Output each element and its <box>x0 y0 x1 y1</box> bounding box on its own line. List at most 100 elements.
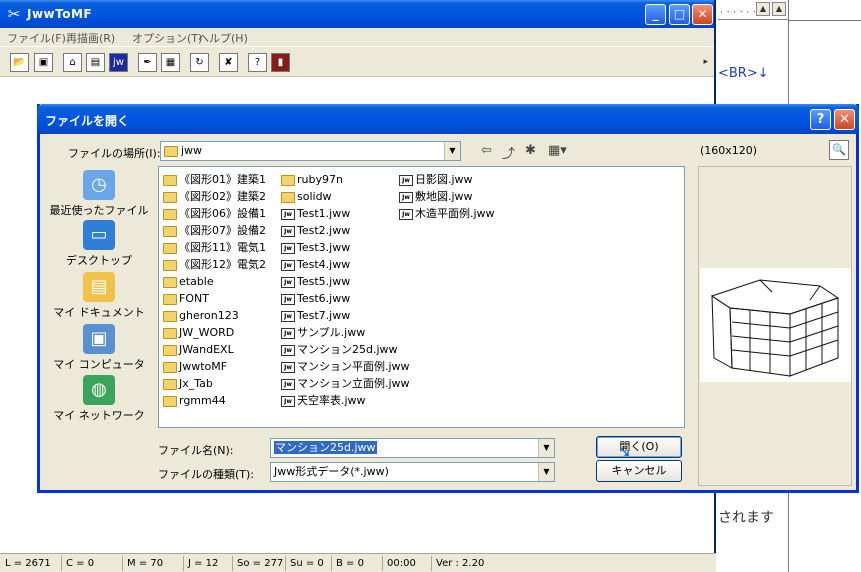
open-folder-icon[interactable]: 📂 <box>10 53 29 72</box>
jww-file-icon: Jw <box>281 225 295 237</box>
list-item[interactable]: etable <box>163 273 266 290</box>
folder-icon[interactable]: ⌂ <box>63 53 82 72</box>
folder-icon <box>163 293 177 305</box>
list-item-label: Test7.jww <box>297 309 351 322</box>
list-item[interactable]: Jw Test4.jww <box>281 256 410 273</box>
list-item-label: etable <box>179 275 214 288</box>
status-so: So = 277 <box>234 556 286 571</box>
list-item[interactable]: Jw マンション立面例.jww <box>281 375 410 392</box>
list-item-label: gheron123 <box>179 309 239 322</box>
status-version: Ver : 2.20 <box>436 558 485 569</box>
building-icon <box>710 279 840 377</box>
side-ruler: ·ㆍ·ㆍ·ㆍ· ▲ ▲ <box>718 0 788 20</box>
menu-file[interactable]: ファイル(F) <box>7 30 66 46</box>
status-b: B = 0 <box>333 556 383 571</box>
list-item[interactable]: ruby97n <box>281 171 410 188</box>
location-combo[interactable]: jww ▼ <box>160 141 461 161</box>
list-item[interactable]: Jw サンプル.jww <box>281 324 410 341</box>
help-icon[interactable]: ? <box>248 53 267 72</box>
status-c: C = 0 <box>63 556 123 571</box>
menu-help[interactable]: ヘルプ(H) <box>198 30 248 46</box>
view-menu-icon[interactable]: ▦▾ <box>548 143 567 158</box>
folder-icon <box>163 276 177 288</box>
filename-value: マンション25d.jww <box>274 441 377 454</box>
documents-icon: ▤ <box>83 272 115 302</box>
toolbar-overflow-icon[interactable]: ▸ <box>703 57 708 67</box>
list-item[interactable]: Jw 天空率表.jww <box>281 392 410 409</box>
tools-icon[interactable]: ✘ <box>219 53 238 72</box>
save-icon[interactable]: ▣ <box>34 53 53 72</box>
list-item[interactable]: FONT <box>163 290 266 307</box>
image-icon[interactable]: ▦ <box>161 53 180 72</box>
list-item[interactable]: rgmm44 <box>163 392 266 409</box>
dialog-help-button[interactable]: ? <box>810 109 831 130</box>
list-item[interactable]: 《図形07》設備2 <box>163 222 266 239</box>
place-documents[interactable]: ▤ マイ ドキュメント <box>49 272 149 320</box>
scroll-up-icon[interactable]: ▲ <box>756 2 770 16</box>
open-button[interactable]: 開く(O) <box>596 436 682 458</box>
refresh-icon[interactable]: ↻ <box>190 53 209 72</box>
up-folder-icon[interactable]: ⤴ <box>502 143 515 162</box>
list-item[interactable]: JW_WORD <box>163 324 266 341</box>
filetype-select[interactable]: Jww形式データ(*.jww) ▼ <box>270 462 555 482</box>
menu-options[interactable]: オプション(T) <box>132 30 202 46</box>
dialog-title-bar[interactable]: ファイルを開く ? ✕ <box>37 104 859 134</box>
back-arrow-icon[interactable]: ⇦ <box>481 143 492 158</box>
list-item[interactable]: Jw Test5.jww <box>281 273 410 290</box>
scroll-up-icon-2[interactable]: ▲ <box>772 2 786 16</box>
filename-input[interactable]: マンション25d.jww ▼ <box>270 438 555 458</box>
list-item[interactable]: Jw 日影図.jww <box>399 171 495 188</box>
list-item[interactable]: 《図形06》設備1 <box>163 205 266 222</box>
menu-redraw[interactable]: 再描画(R) <box>66 30 115 46</box>
cancel-button[interactable]: キャンセル <box>596 460 682 482</box>
new-folder-icon[interactable]: ✱ <box>525 143 536 158</box>
pen-icon[interactable]: ✒ <box>138 53 157 72</box>
exit-icon[interactable]: ▮ <box>271 53 290 72</box>
app-icon[interactable]: ✂ <box>5 5 23 23</box>
preview-toggle-icon[interactable]: 🔍 <box>829 140 849 160</box>
list-item[interactable]: Jw マンション25d.jww <box>281 341 410 358</box>
list-item[interactable]: 《図形12》電気2 <box>163 256 266 273</box>
preview-size: (160x120) <box>700 144 758 157</box>
list-item[interactable]: Jw 敷地図.jww <box>399 188 495 205</box>
list-item[interactable]: solidw <box>281 188 410 205</box>
list-item[interactable]: Jx_Tab <box>163 375 266 392</box>
list-item[interactable]: 《図形01》建築1 <box>163 171 266 188</box>
jww-file-icon: Jw <box>281 344 295 356</box>
list-item-label: サンプル.jww <box>297 326 366 339</box>
place-recent[interactable]: ◷ 最近使ったファイル <box>49 170 149 218</box>
dwg-icon[interactable]: ▤ <box>86 53 105 72</box>
list-item[interactable]: Jw Test2.jww <box>281 222 410 239</box>
list-item[interactable]: Jw Test7.jww <box>281 307 410 324</box>
list-item[interactable]: Jw マンション平面例.jww <box>281 358 410 375</box>
list-item[interactable]: gheron123 <box>163 307 266 324</box>
minimize-button[interactable]: _ <box>645 4 666 25</box>
dialog-close-button[interactable]: ✕ <box>834 109 855 130</box>
close-button[interactable]: ✕ <box>692 4 713 25</box>
list-item[interactable]: JwwtoMF <box>163 358 266 375</box>
jw-icon[interactable]: jw <box>109 53 128 72</box>
list-item[interactable]: 《図形02》建築2 <box>163 188 266 205</box>
place-desktop[interactable]: ▭ デスクトップ <box>49 220 149 268</box>
list-item[interactable]: Jw Test3.jww <box>281 239 410 256</box>
chevron-down-icon[interactable]: ▼ <box>538 463 554 481</box>
place-computer[interactable]: ▣ マイ コンピュータ <box>49 324 149 372</box>
chevron-down-icon[interactable]: ▼ <box>444 142 460 160</box>
side-text-masu: されます <box>718 510 774 526</box>
folder-icon <box>281 174 295 186</box>
main-title-bar[interactable]: ✂ JwwToMF _ □ ✕ <box>0 0 714 28</box>
list-item[interactable]: 《図形11》電気1 <box>163 239 266 256</box>
list-item[interactable]: Jw Test6.jww <box>281 290 410 307</box>
list-item-label: 日影図.jww <box>415 173 473 186</box>
list-item[interactable]: Jw Test1.jww <box>281 205 410 222</box>
chevron-down-icon[interactable]: ▼ <box>538 439 554 457</box>
list-item-label: Test4.jww <box>297 258 351 271</box>
jww-file-icon: Jw <box>281 378 295 390</box>
place-network[interactable]: ◍ マイ ネットワーク <box>49 375 149 423</box>
list-item-label: 《図形06》設備1 <box>179 207 266 220</box>
folder-icon <box>163 395 177 407</box>
list-item[interactable]: Jw 木造平面例.jww <box>399 205 495 222</box>
list-item[interactable]: JWandEXL <box>163 341 266 358</box>
file-list[interactable]: 《図形01》建築1 《図形02》建築2 《図形06》設備1 《図形07》設備2 《図形1… <box>158 166 685 428</box>
maximize-button[interactable]: □ <box>669 4 690 25</box>
